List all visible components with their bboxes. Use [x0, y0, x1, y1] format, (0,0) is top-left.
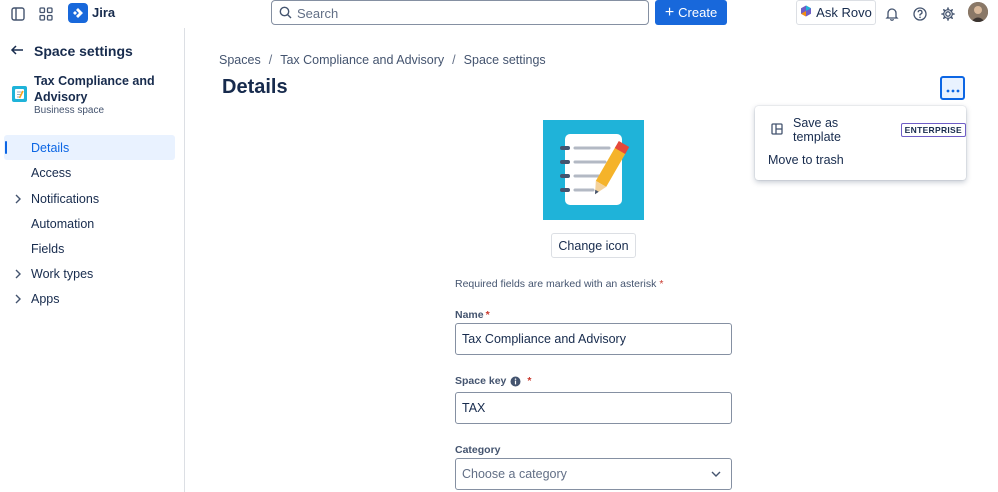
page-title: Details: [222, 76, 288, 98]
category-label: Category: [455, 444, 501, 456]
plus-icon: +: [664, 3, 675, 21]
user-avatar[interactable]: [968, 2, 988, 22]
notepad-pencil-icon: [560, 134, 630, 205]
app-name[interactable]: Jira: [92, 5, 115, 20]
notifications-bell-icon[interactable]: [882, 4, 902, 24]
create-button[interactable]: + Create: [655, 0, 727, 25]
sidebar-item-fields[interactable]: Fields: [4, 236, 175, 261]
sidebar-item-apps[interactable]: Apps: [4, 286, 175, 311]
sidebar-item-automation[interactable]: Automation: [4, 211, 175, 236]
sidebar-toggle-icon[interactable]: [8, 4, 28, 24]
space-type: Business space: [34, 105, 105, 116]
breadcrumb-separator: /: [452, 53, 456, 67]
sidebar-item-details[interactable]: Details: [4, 135, 175, 160]
create-label: Create: [678, 5, 718, 20]
ellipsis-icon: [946, 81, 960, 96]
menu-item-label: Move to trash: [768, 153, 844, 167]
category-placeholder: Choose a category: [462, 467, 567, 481]
chevron-down-icon: [711, 471, 721, 478]
settings-gear-icon[interactable]: [938, 4, 958, 24]
space-notepad-icon: [12, 86, 27, 102]
ask-rovo-button[interactable]: Ask Rovo: [796, 0, 876, 25]
sidebar-title: Space settings: [34, 43, 133, 59]
change-icon-button[interactable]: Change icon: [551, 233, 636, 258]
breadcrumb-space[interactable]: Tax Compliance and Advisory: [280, 53, 444, 67]
space-key-label-text: Space key: [455, 375, 507, 387]
app-switcher-icon[interactable]: [36, 4, 56, 24]
search-icon: [279, 6, 292, 22]
category-label-text: Category: [455, 444, 501, 456]
space-key-field[interactable]: TAX: [455, 392, 732, 424]
required-fields-note: Required fields are marked with an aster…: [455, 278, 663, 290]
top-navigation-bar: Jira Search + Create Ask Rovo: [0, 0, 998, 28]
jira-logo-icon[interactable]: [68, 3, 88, 23]
breadcrumb-separator: /: [268, 53, 273, 67]
rovo-label: Ask Rovo: [816, 5, 872, 20]
sidebar-item-label: Fields: [31, 241, 65, 256]
sidebar-item-work-types[interactable]: Work types: [4, 261, 175, 286]
breadcrumb-space-settings[interactable]: Space settings: [464, 53, 546, 67]
sidebar-item-label: Apps: [31, 291, 60, 306]
menu-item-move-to-trash[interactable]: Move to trash: [768, 153, 844, 167]
category-select[interactable]: Choose a category: [455, 458, 732, 490]
settings-sidebar: Space settings Tax Compliance and Adviso…: [0, 28, 185, 492]
name-label-text: Name: [455, 309, 484, 321]
rovo-icon: [800, 5, 812, 20]
search-placeholder: Search: [297, 6, 339, 21]
sidebar-item-label: Automation: [31, 216, 95, 231]
breadcrumb-spaces[interactable]: Spaces: [219, 53, 261, 67]
required-note-text: Required fields are marked with an aster…: [455, 278, 657, 290]
chevron-right-icon[interactable]: [14, 193, 22, 207]
menu-item-label: Save as template: [793, 116, 841, 144]
space-name: Tax Compliance and Advisory: [34, 74, 155, 104]
help-icon[interactable]: [910, 4, 930, 24]
more-actions-menu: Save as template ENTERPRISE Move to tras…: [755, 106, 966, 180]
space-key-label: Space key *: [455, 375, 531, 387]
chevron-right-icon[interactable]: [14, 293, 22, 307]
sidebar-item-label: Access: [31, 165, 72, 180]
back-arrow-icon[interactable]: [10, 43, 24, 60]
sidebar-item-notifications[interactable]: Notifications: [4, 186, 175, 211]
space-avatar-image: [543, 120, 644, 220]
sidebar-item-label: Work types: [31, 266, 94, 281]
required-asterisk: *: [659, 278, 664, 290]
sidebar-item-label: Notifications: [31, 191, 100, 206]
enterprise-badge: ENTERPRISE: [900, 123, 966, 137]
name-label: Name *: [455, 309, 490, 321]
required-asterisk: *: [527, 375, 532, 387]
sidebar-item-access[interactable]: Access: [4, 160, 175, 185]
more-actions-button[interactable]: [940, 76, 965, 100]
name-field[interactable]: Tax Compliance and Advisory: [455, 323, 732, 355]
template-icon: [771, 122, 783, 138]
sidebar-item-label: Details: [31, 140, 70, 155]
chevron-right-icon[interactable]: [14, 268, 22, 282]
required-asterisk: *: [485, 309, 490, 321]
breadcrumb: Spaces / Tax Compliance and Advisory / S…: [219, 53, 546, 67]
info-icon[interactable]: [510, 376, 521, 387]
menu-item-save-as-template[interactable]: Save as template ENTERPRISE: [771, 116, 966, 144]
search-input[interactable]: Search: [271, 0, 649, 25]
